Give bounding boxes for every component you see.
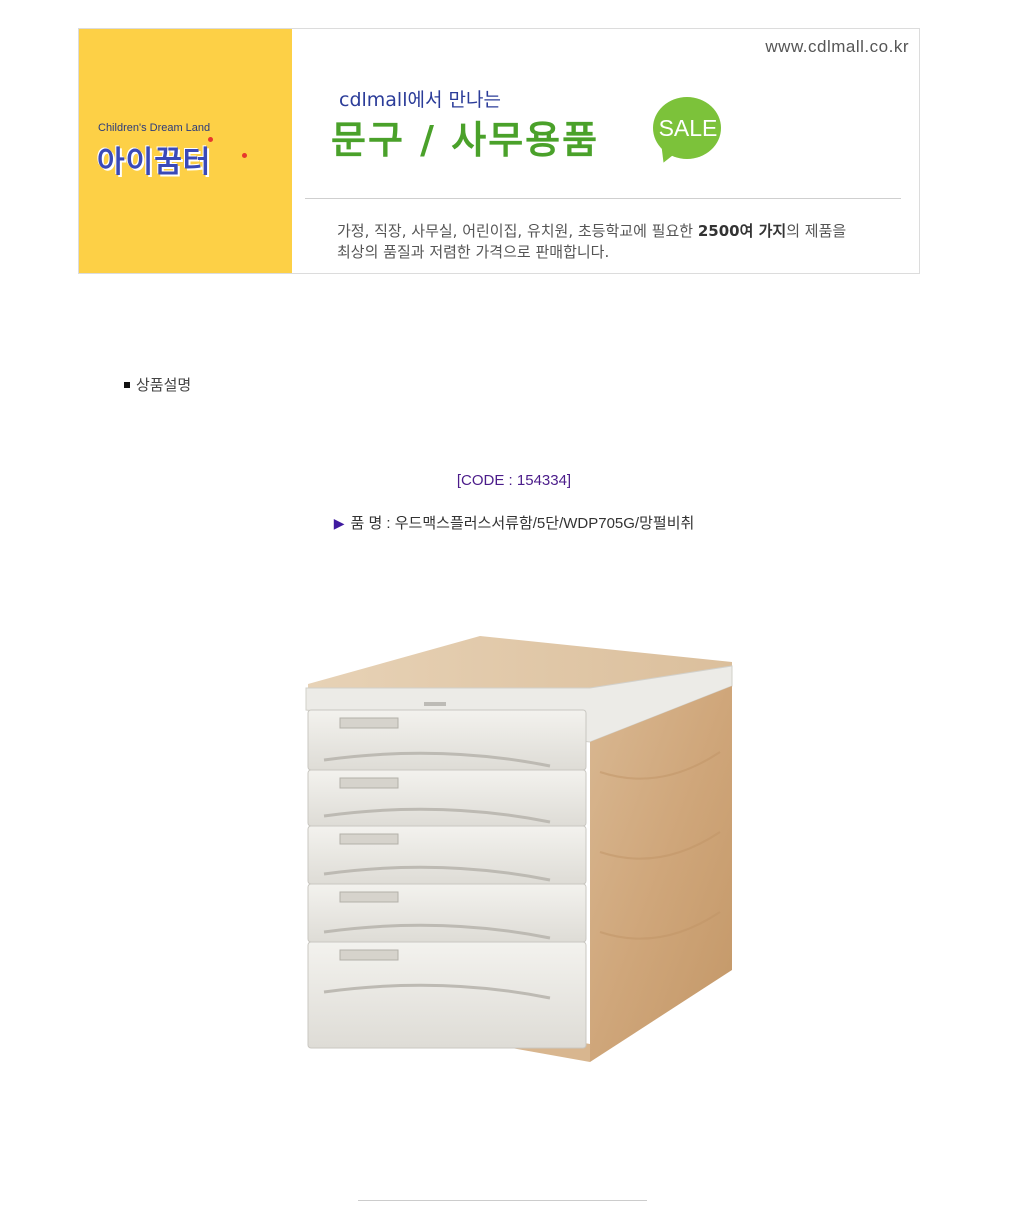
top-slot (424, 702, 446, 706)
logo-dot-decoration (208, 137, 213, 142)
product-name: 품 명 : 우드맥스플러스서류함/5단/WDP705G/망펄비취 (350, 515, 695, 532)
product-name-line: ▶ 품 명 : 우드맥스플러스서류함/5단/WDP705G/망펄비취 (0, 512, 1028, 533)
drawers (307, 709, 587, 1049)
section-header: 상품설명 (124, 374, 191, 395)
brand-panel: Children's Dream Land 아이꿈터 (79, 29, 292, 273)
banner-description: 가정, 직장, 사무실, 어린이집, 유치원, 초등학교에 필요한 2500여 … (337, 221, 846, 263)
sale-badge: SALE (658, 115, 718, 141)
divider (305, 198, 901, 199)
description-text: 가정, 직장, 사무실, 어린이집, 유치원, 초등학교에 필요한 (337, 222, 698, 240)
play-triangle-icon: ▶ (333, 515, 345, 531)
brand-subtitle: Children's Dream Land (98, 122, 211, 134)
description-line-1: 가정, 직장, 사무실, 어린이집, 유치원, 초등학교에 필요한 2500여 … (337, 221, 846, 242)
section-title: 상품설명 (136, 376, 192, 394)
logo-dot-decoration (242, 153, 247, 158)
description-text: 의 제품을 (786, 222, 847, 240)
brand-logo[interactable]: 아이꿈터 (97, 137, 211, 181)
square-bullet-icon (124, 381, 130, 388)
site-url[interactable]: www.cdlmall.co.kr (765, 37, 909, 57)
description-line-2: 최상의 품질과 저렴한 가격으로 판매합니다. (337, 243, 610, 261)
cdlmall-banner: Children's Dream Land 아이꿈터 www.cdlmall.c… (78, 28, 920, 274)
product-code: [CODE : 154334] (456, 472, 572, 489)
divider (358, 1200, 647, 1201)
description-highlight: 2500여 가지 (697, 222, 787, 240)
product-image (305, 636, 733, 1062)
cabinet-side (590, 686, 732, 1062)
banner-headline: 문구 / 사무용품 (331, 118, 600, 162)
banner-tagline: cdlmall에서 만나는 (339, 89, 501, 111)
